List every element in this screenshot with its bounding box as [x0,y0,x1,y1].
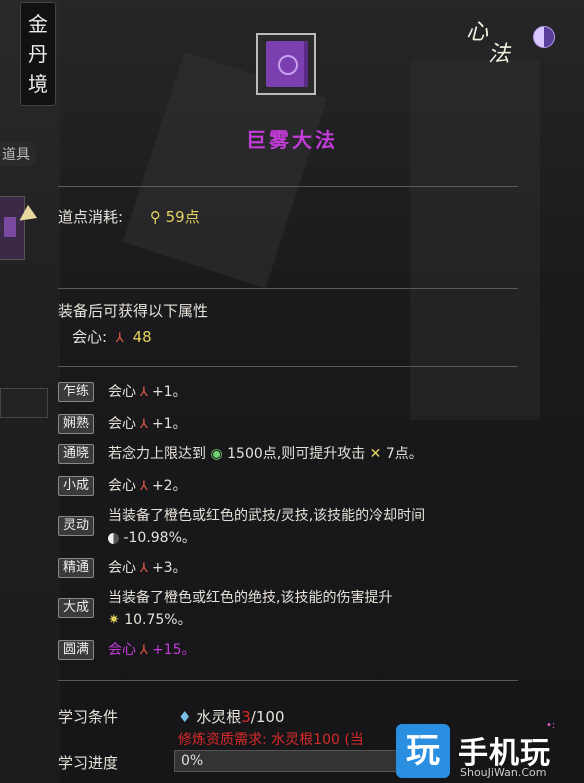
watermark-logo: 玩 [396,724,450,778]
crit-icon: ⅄ [140,385,148,400]
tier-badge: 精通 [58,558,94,578]
root-requirement: ♦ 水灵根3/100 [178,706,284,727]
realm-badge: 金 丹 境 [20,2,56,106]
location-pin-icon: ⚲ [149,208,161,226]
study-cond-label: 学习条件 [58,708,119,726]
cooldown-icon [108,532,119,544]
tier-text: 会心 ⅄ +3。 [108,558,187,579]
tier-value: +15。 [151,642,196,658]
requirement-warning: 修炼资质需求: 水灵根100 (当 [178,732,364,748]
study-progress-bar: 0% [174,750,406,772]
realm-char: 境 [28,72,48,96]
tier-stat: 会心 [108,642,136,658]
sparkle-icon: •: [546,720,556,731]
divider [58,366,518,367]
cost-line: 道点消耗: ⚲ 59点 [58,206,200,227]
water-drop-icon: ♦ [178,708,192,726]
tier-value: +1。 [151,416,187,432]
book-emblem [278,55,298,75]
damage-burst-icon: ✷ [108,612,120,628]
item-thumb [4,217,16,237]
tier-badge: 小成 [58,476,94,496]
tier-text: 会心 ⅄ +1。 [108,382,187,403]
skill-title: 巨雾大法 [246,128,338,152]
attr-value: 48 [132,328,152,346]
crit-icon: ⅄ [115,331,124,346]
tier-value: 1500点 [227,446,277,462]
tier-value: +3。 [151,560,187,576]
divider [58,288,518,289]
watermark: 玩 手机玩 ShouJiWan.Com •: [396,720,578,782]
tier-desc: 当装备了橙色或红色的绝技,该技能的伤害提升 [108,590,393,606]
yinyang-icon[interactable] [533,26,555,48]
cost-label: 道点消耗: [58,208,124,226]
root-total: /100 [250,708,285,726]
tier-badge: 娴熟 [58,414,94,434]
crit-icon: ⅄ [140,417,148,432]
tier-badge: 乍练 [58,382,94,402]
watermark-sub: ShouJiWan.Com [460,766,547,779]
tier-badge: 大成 [58,598,94,618]
tier-stat: 会心 [108,478,136,494]
side-button[interactable] [0,388,48,418]
tier-desc: 当装备了橙色或红色的武技/灵技,该技能的冷却时间 [108,508,426,524]
tier-badge: 通晓 [58,444,94,464]
tier-badge: 圆满 [58,640,94,660]
realm-char: 丹 [28,42,48,66]
tier-stat: 会心 [108,384,136,400]
crit-icon: ⅄ [140,643,148,658]
tier-value: +1。 [151,384,187,400]
tier-desc: 若念力上限达到 [108,446,206,462]
tier-value: +2。 [151,478,187,494]
crit-icon: ⅄ [140,561,148,576]
attr-label: 会心: [72,328,108,346]
tier-stat: 会心 [108,560,136,576]
tier-value: 7点。 [385,446,423,462]
tier-desc-2: ✷ 10.75%。 [108,610,192,630]
eye-icon: ◉ [210,446,223,462]
tier-badge: 灵动 [58,516,94,536]
tier-text: 会心 ⅄ +15。 [108,640,196,661]
crossed-swords-icon: ✕ [369,446,382,462]
tier-value: 10.75%。 [124,612,192,628]
crit-icon: ⅄ [140,479,148,494]
progress-value: 0% [181,753,204,769]
tier-text: 若念力上限达到 ◉ 1500点,则可提升攻击 ✕ 7点。 [108,444,423,464]
cost-value: 59点 [165,208,200,226]
tier-value: -10.98%。 [123,530,196,546]
tier-text: 会心 ⅄ +2。 [108,476,187,497]
tier-desc-2: -10.98%。 [108,528,196,548]
attr-heading: 装备后可获得以下属性 [58,302,209,320]
xinfa-char: 心 [466,20,489,45]
realm-char: 金 [28,12,48,36]
tier-text: 会心 ⅄ +1。 [108,414,187,435]
divider [58,680,518,681]
root-name: 水灵根 [196,708,242,726]
root-current: 3 [241,708,251,726]
tier-stat: 会心 [108,416,136,432]
study-progress-label: 学习进度 [58,754,119,772]
tier-desc: ,则可提升攻击 [276,446,366,462]
xinfa-char: 法 [488,42,511,67]
divider [58,186,518,187]
attr-crit-line: 会心: ⅄ 48 [72,326,152,347]
side-item-slot[interactable] [0,196,25,260]
purple-book-icon [256,33,316,95]
